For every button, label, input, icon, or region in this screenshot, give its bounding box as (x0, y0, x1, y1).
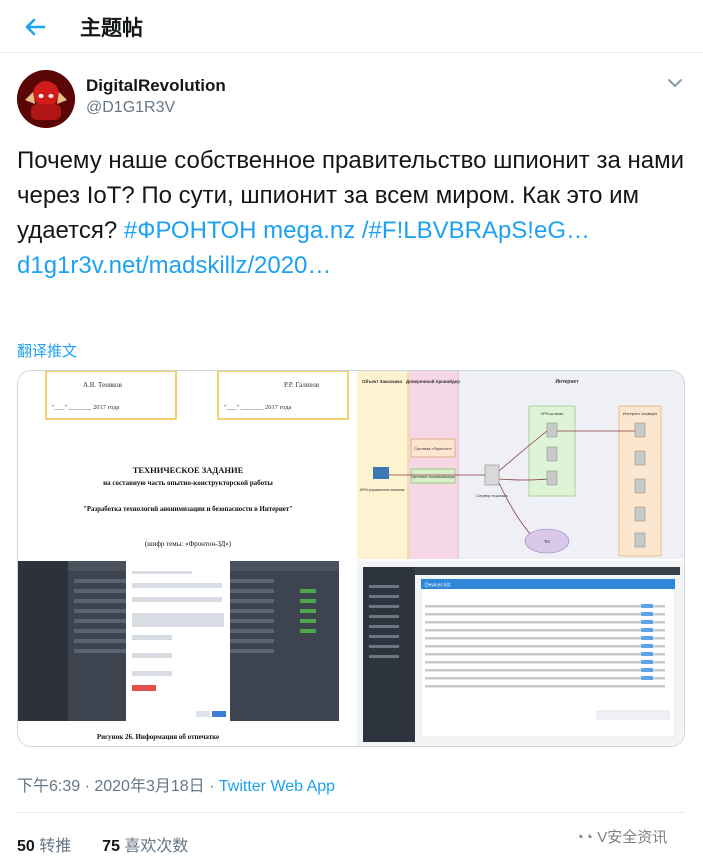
doc-date-right: "___" _______ 2017 года (224, 404, 292, 411)
diagram-vpn: VPN-шлюзы (541, 411, 564, 416)
diagram-servers: Интернет серверы (623, 411, 658, 416)
doc-subtitle: на составную часть опытно-конструкторско… (103, 479, 273, 487)
avatar[interactable] (17, 70, 75, 128)
user-handle[interactable]: @D1G1R3V (86, 99, 175, 117)
likes-count: 75 (102, 838, 120, 855)
tweet-text: Почему наше собственное правительство шп… (17, 143, 692, 283)
url-link-mega[interactable]: mega.nz /#F!LBVBRApS!eG… (263, 217, 590, 244)
chevron-down-icon[interactable] (666, 74, 684, 92)
wechat-icon: ◔◔ (575, 829, 594, 846)
diagram-tor: Tor (544, 539, 551, 544)
diagram-arm: АРМ управления заказом (359, 488, 404, 492)
doc-title: ТЕХНИЧЕСКОЕ ЗАДАНИЕ (133, 465, 244, 475)
doc-sig-right: Р.Р. Галяхов (284, 381, 320, 389)
divider (17, 812, 685, 813)
url-link-site[interactable]: d1g1r3v.net/madskillz/2020… (17, 252, 331, 279)
back-arrow-icon[interactable] (20, 12, 50, 42)
diagram-component2: Целевые анонимайзеры (411, 475, 454, 479)
media-image-admin-ui[interactable]: Рисунок 26. Информация об отпечатке (18, 561, 355, 746)
watermark-text: V安全资讯 (597, 829, 668, 846)
source-app-link[interactable]: Twitter Web App (219, 778, 335, 795)
diagram-component: Система «Фронтон» (414, 446, 452, 451)
top-bar: 主题帖 (0, 0, 703, 53)
media-image-document[interactable]: А.В. Теняков Р.Р. Галяхов "___" _______ … (18, 371, 355, 559)
watermark: ◔◔ V安全资讯 (575, 826, 667, 847)
display-name[interactable]: DigitalRevolution (86, 76, 226, 96)
likes-stat[interactable]: 75 喜欢次数 (102, 838, 188, 855)
doc-date-left: "___" _______ 2017 года (52, 404, 120, 411)
retweets-stat[interactable]: 50 转推 (17, 838, 71, 855)
doc-sig-left: А.В. Теняков (83, 381, 123, 389)
hashtag-link[interactable]: #ФРОНТОН (124, 217, 257, 244)
doc-project: "Разработка технологий анонимизации и бе… (83, 506, 293, 513)
figure-caption: Рисунок 26. Информация об отпечатке (97, 733, 219, 741)
tweet-timestamp[interactable]: 下午6:39 · 2020年3月18日 · (17, 778, 219, 795)
retweets-label: 转推 (39, 838, 72, 855)
doc-code: (шифр темы: «Фронтон-ЗД») (145, 540, 232, 548)
media-image-devices-list[interactable]: Devices list (357, 561, 684, 746)
translate-tweet-link[interactable]: 翻译推文 (17, 340, 77, 361)
devices-list-title: Devices list (425, 583, 451, 589)
media-grid: А.В. Теняков Р.Р. Галяхов "___" _______ … (17, 370, 685, 747)
tweet-meta: 下午6:39 · 2020年3月18日 · Twitter Web App (17, 772, 335, 796)
diagram-col1: Объект Заказчика (362, 378, 403, 384)
diagram-server: Сервер пошлака (476, 493, 508, 498)
retweets-count: 50 (17, 838, 35, 855)
page-title: 主题帖 (80, 17, 143, 40)
media-image-diagram[interactable]: Объект Заказчика Доверенный провайдер Ин… (357, 371, 684, 559)
diagram-col3: Интернет (555, 379, 579, 385)
likes-label: 喜欢次数 (124, 838, 189, 855)
diagram-col2: Доверенный провайдер (406, 378, 460, 384)
tweet-stats: 50 转推 75 喜欢次数 (17, 832, 188, 856)
